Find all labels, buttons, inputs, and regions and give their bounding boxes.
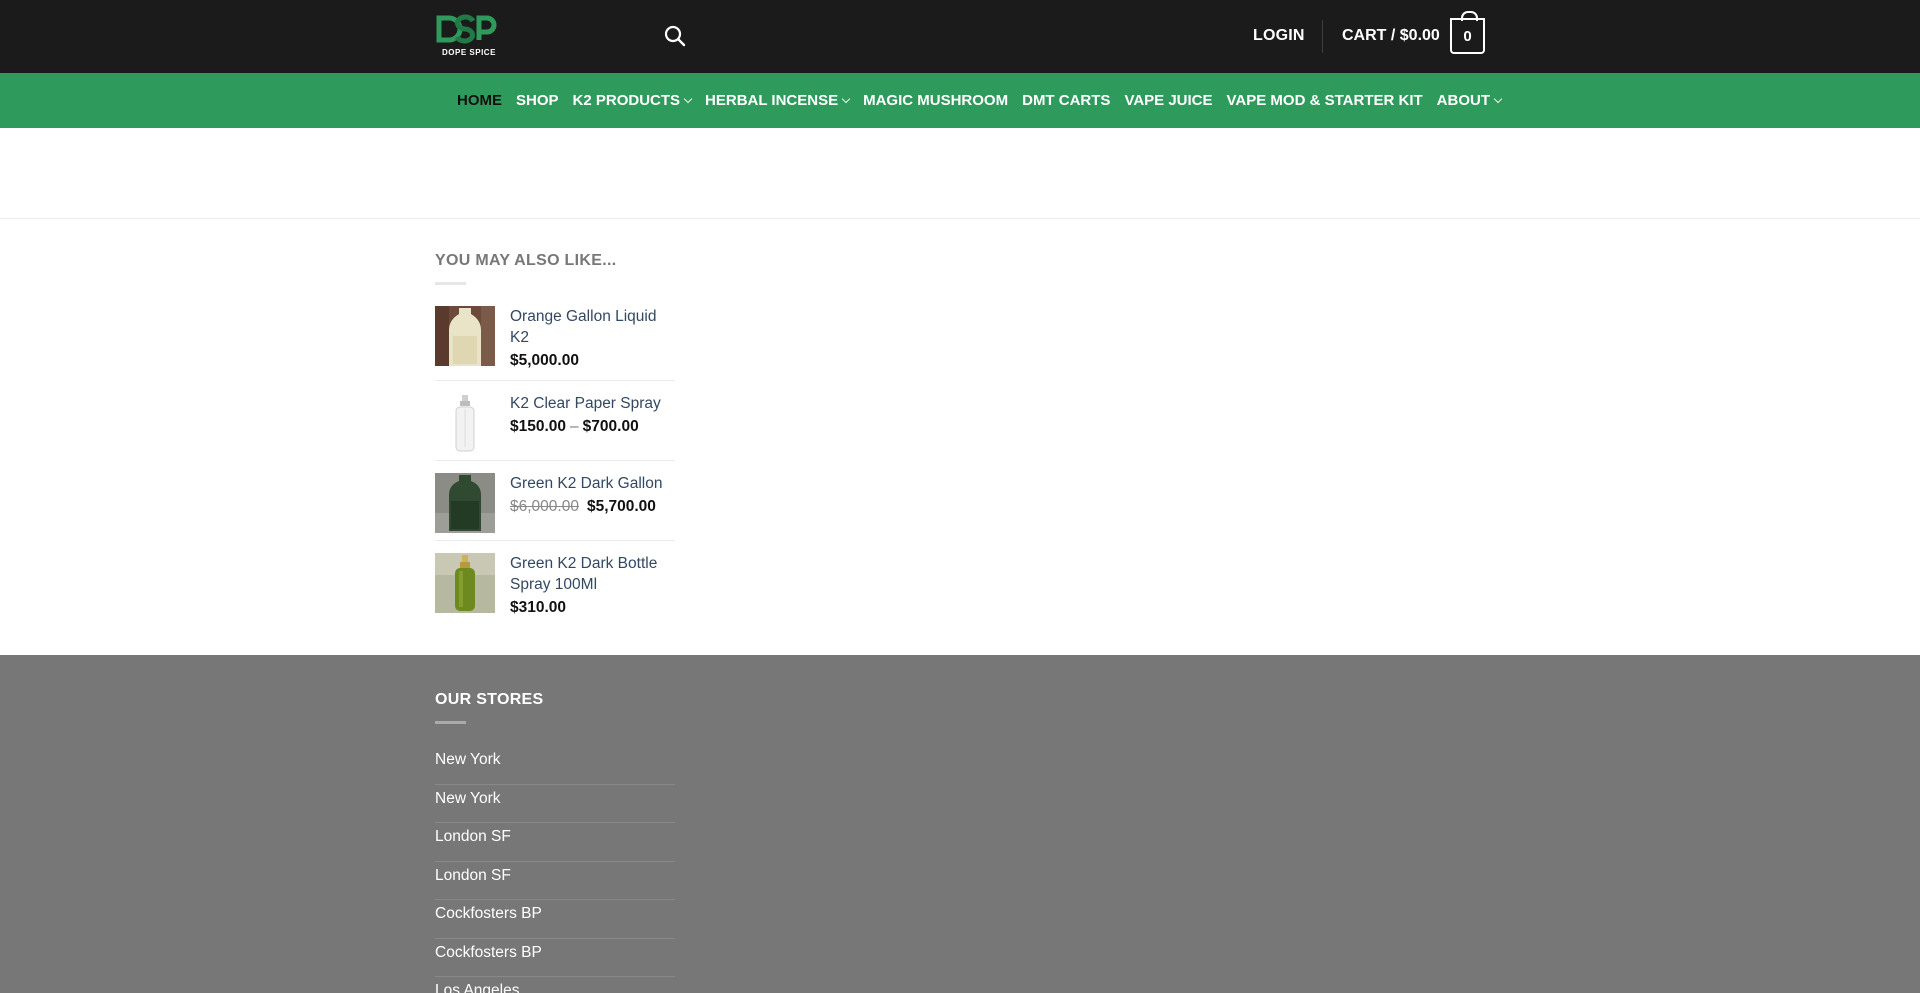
product-price-range: $150.00– $700.00 bbox=[510, 418, 675, 436]
price-amount: $5,000.00 bbox=[510, 352, 579, 369]
store-link[interactable]: New York bbox=[435, 785, 675, 823]
header-inner: DOPE SPICE LOGIN CART / $0.00 0 bbox=[435, 0, 1485, 73]
title-underline bbox=[435, 721, 466, 724]
title-underline bbox=[435, 282, 466, 285]
top-header: DOPE SPICE LOGIN CART / $0.00 0 bbox=[0, 0, 1920, 73]
cart-link[interactable]: CART / $0.00 bbox=[1342, 27, 1440, 45]
header-divider bbox=[1322, 20, 1323, 53]
store-link[interactable]: Cockfosters BP bbox=[435, 939, 675, 977]
our-stores-widget: OUR STORES New York New York London SF L… bbox=[435, 691, 675, 993]
product-price: $6,000.00 $5,700.00 bbox=[510, 498, 675, 516]
related-products-list: Orange Gallon Liquid K2 $5,000.00 K2 Cle… bbox=[435, 306, 675, 621]
nav-label: K2 PRODUCTS bbox=[572, 92, 681, 109]
product-thumbnail[interactable] bbox=[435, 306, 495, 366]
store-link[interactable]: Cockfosters BP bbox=[435, 900, 675, 939]
store-link[interactable]: London SF bbox=[435, 862, 675, 900]
nav-label: VAPE JUICE bbox=[1124, 92, 1213, 109]
nav-label: VAPE MOD & STARTER KIT bbox=[1226, 92, 1423, 109]
price-amount: $310.00 bbox=[510, 599, 567, 616]
login-link[interactable]: LOGIN bbox=[1253, 27, 1305, 45]
nav-label: ABOUT bbox=[1436, 92, 1490, 109]
nav-label: SHOP bbox=[516, 92, 559, 109]
product-item[interactable]: Green K2 Dark Gallon $6,000.00 $5,700.00 bbox=[435, 461, 675, 541]
logo-text: DOPE SPICE bbox=[442, 48, 496, 57]
related-products-title: YOU MAY ALSO LIKE... bbox=[435, 252, 617, 269]
store-link[interactable]: Los Angeles bbox=[435, 977, 675, 993]
product-info: K2 Clear Paper Spray $150.00– $700.00 bbox=[510, 393, 675, 460]
chevron-down-icon bbox=[683, 94, 693, 103]
site-footer: OUR STORES New York New York London SF L… bbox=[0, 655, 1920, 993]
product-name[interactable]: Green K2 Dark Bottle Spray 100Ml bbox=[510, 553, 675, 595]
related-products-widget: YOU MAY ALSO LIKE... Orange Gallon Liqui… bbox=[435, 252, 675, 621]
product-name[interactable]: Green K2 Dark Gallon bbox=[510, 473, 675, 494]
nav-item-herbal-incense[interactable]: HERBAL INCENSE bbox=[705, 92, 851, 109]
product-price: $310.00 bbox=[510, 599, 675, 617]
product-thumbnail[interactable] bbox=[435, 393, 495, 453]
product-name[interactable]: K2 Clear Paper Spray bbox=[510, 393, 675, 414]
product-price: $5,000.00 bbox=[510, 352, 675, 370]
nav-item-about[interactable]: ABOUT bbox=[1436, 92, 1503, 109]
price-min: $150.00 bbox=[510, 418, 567, 435]
our-stores-title: OUR STORES bbox=[435, 691, 544, 708]
product-info: Orange Gallon Liquid K2 $5,000.00 bbox=[510, 306, 675, 380]
main-navigation: HOME SHOP K2 PRODUCTS HERBAL INCENSE MAG… bbox=[0, 73, 1920, 128]
product-info: Green K2 Dark Bottle Spray 100Ml $310.00 bbox=[510, 553, 675, 621]
nav-item-shop[interactable]: SHOP bbox=[516, 92, 559, 109]
store-link[interactable]: New York bbox=[435, 746, 675, 785]
search-button[interactable] bbox=[663, 24, 689, 50]
product-item[interactable]: K2 Clear Paper Spray $150.00– $700.00 bbox=[435, 381, 675, 461]
nav-item-magic-mushroom[interactable]: MAGIC MUSHROOM bbox=[863, 92, 1008, 109]
store-list: New York New York London SF London SF Co… bbox=[435, 746, 675, 993]
content-divider bbox=[0, 218, 1920, 219]
product-item[interactable]: Green K2 Dark Bottle Spray 100Ml $310.00 bbox=[435, 541, 675, 621]
nav-list: HOME SHOP K2 PRODUCTS HERBAL INCENSE MAG… bbox=[457, 73, 1515, 128]
sale-price: $5,700.00 bbox=[586, 498, 656, 515]
nav-label: HERBAL INCENSE bbox=[705, 92, 839, 109]
product-thumbnail[interactable] bbox=[435, 473, 495, 533]
cart-count-badge[interactable]: 0 bbox=[1450, 11, 1485, 54]
price-max: $700.00 bbox=[582, 418, 639, 435]
chevron-down-icon bbox=[841, 94, 851, 103]
product-info: Green K2 Dark Gallon $6,000.00 $5,700.00 bbox=[510, 473, 675, 540]
site-logo[interactable]: DOPE SPICE bbox=[435, 12, 505, 62]
product-item[interactable]: Orange Gallon Liquid K2 $5,000.00 bbox=[435, 306, 675, 381]
nav-item-k2-products[interactable]: K2 PRODUCTS bbox=[572, 92, 693, 109]
dsp-logo-icon bbox=[436, 14, 497, 44]
nav-label: DMT CARTS bbox=[1022, 92, 1111, 109]
nav-item-home[interactable]: HOME bbox=[457, 92, 502, 109]
nav-item-dmt-carts[interactable]: DMT CARTS bbox=[1022, 92, 1110, 109]
nav-item-vape-mod-starter-kit[interactable]: VAPE MOD & STARTER KIT bbox=[1227, 92, 1423, 109]
nav-item-vape-juice[interactable]: VAPE JUICE bbox=[1124, 92, 1212, 109]
chevron-down-icon bbox=[1493, 94, 1503, 103]
nav-label: HOME bbox=[457, 92, 502, 109]
nav-label: MAGIC MUSHROOM bbox=[863, 92, 1009, 109]
store-link[interactable]: London SF bbox=[435, 823, 675, 862]
product-name[interactable]: Orange Gallon Liquid K2 bbox=[510, 306, 675, 348]
old-price: $6,000.00 bbox=[510, 498, 579, 515]
product-thumbnail[interactable] bbox=[435, 553, 495, 613]
price-separator: – bbox=[570, 418, 579, 435]
search-icon bbox=[664, 25, 686, 47]
